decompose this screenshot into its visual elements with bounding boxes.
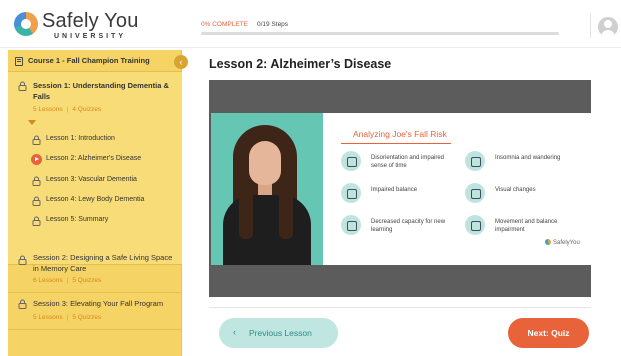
presentation-slide: Analyzing Joe's Fall Risk Disorientation…: [323, 113, 591, 265]
chevron-left-icon: ‹: [233, 327, 236, 337]
session-3[interactable]: Session 3: Elevating Your Fall Program 5…: [8, 294, 182, 330]
meta-separator: |: [66, 106, 69, 113]
lesson-label: Lesson 4: Lewy Body Dementia: [46, 196, 145, 203]
session-title: Session 2: Designing a Safe Living Space…: [33, 253, 173, 273]
lock-icon: [32, 216, 41, 226]
presenter-image: [211, 113, 323, 265]
play-icon: [31, 154, 42, 165]
lesson-item-1[interactable]: Lesson 1: Introduction: [8, 130, 182, 150]
slide-logo: SafelyYou: [545, 239, 580, 246]
risk-text: Disorientation and impaired sense of tim…: [371, 155, 445, 169]
lesson-item-3[interactable]: Lesson 3: Vascular Dementia: [8, 171, 182, 191]
presenter-body: [223, 195, 311, 265]
book-icon: [15, 57, 23, 66]
next-quiz-button[interactable]: Next: Quiz: [508, 318, 589, 348]
logo-mark-icon: [14, 12, 38, 36]
logo-name: Safely You: [42, 10, 139, 32]
risk-text: Movement and balance impairment: [495, 219, 558, 233]
presenter-hair-right: [279, 179, 293, 239]
slide-logo-mark-icon: [545, 239, 551, 245]
progress-percent: 0% COMPLETE: [201, 21, 248, 28]
quizzes-count: 5 Quizzes: [72, 277, 102, 284]
course-title: Course 1 - Fall Champion Training: [28, 56, 150, 65]
risk-text: Insomnia and wandering: [495, 155, 561, 161]
previous-lesson-label: Previous Lesson: [249, 328, 312, 338]
lesson-item-5[interactable]: Lesson 5: Summary: [8, 211, 182, 231]
balance-icon: [341, 183, 361, 203]
next-quiz-label: Next: Quiz: [527, 328, 570, 338]
lesson-label: Lesson 5: Summary: [46, 216, 109, 223]
lessons-count: 6 Lessons: [33, 277, 63, 284]
lock-icon: [32, 176, 41, 186]
progress-bar: [201, 32, 559, 35]
lesson-label: Lesson 3: Vascular Dementia: [46, 176, 137, 183]
lock-icon: [32, 196, 41, 206]
session-meta: 5 Lessons | 5 Quizzes: [33, 314, 101, 321]
video-letterbox-top: [209, 80, 591, 113]
session-title: Session 3: Elevating Your Fall Program: [33, 299, 164, 308]
presenter-hair-left: [239, 179, 253, 239]
lesson-item-4[interactable]: Lesson 4: Lewy Body Dementia: [8, 191, 182, 211]
header-divider: [590, 14, 591, 38]
video-letterbox-bottom: [209, 265, 591, 297]
session-2[interactable]: Session 2: Designing a Safe Living Space…: [8, 245, 182, 293]
safelyyou-logo[interactable]: Safely You UNIVERSITY: [14, 8, 184, 44]
session-1[interactable]: Session 1: Understanding Dementia & Fall…: [8, 72, 182, 265]
meta-separator: |: [66, 314, 69, 321]
glasses-icon: [465, 183, 485, 203]
course-header[interactable]: Course 1 - Fall Champion Training: [8, 50, 182, 72]
progress-text: 0% COMPLETE 0/19 Steps: [201, 21, 288, 28]
logo-subtitle: UNIVERSITY: [54, 33, 127, 40]
collapse-sidebar-button[interactable]: ‹: [174, 55, 188, 69]
caret-down-icon: [28, 120, 36, 125]
lesson-item-2[interactable]: Lesson 2: Alzheimer's Disease: [8, 150, 182, 170]
brain-icon: [341, 215, 361, 235]
slide-title-rule: [341, 143, 451, 144]
lessons-count: 5 Lessons: [33, 106, 63, 113]
risk-text: Visual changes: [495, 187, 536, 193]
lesson-page: Safely You UNIVERSITY 0% COMPLETE 0/19 St…: [0, 0, 621, 356]
lock-icon: [32, 135, 41, 145]
previous-lesson-button[interactable]: ‹ Previous Lesson: [219, 318, 338, 348]
progress-steps: 0/19 Steps: [256, 21, 289, 28]
session-title: Session 1: Understanding Dementia & Fall…: [33, 81, 169, 101]
presenter-face: [249, 141, 281, 185]
quizzes-count: 4 Quizzes: [72, 106, 102, 113]
video-player[interactable]: Analyzing Joe's Fall Risk Disorientation…: [209, 80, 591, 297]
lessons-count: 5 Lessons: [33, 314, 63, 321]
lock-icon: [18, 255, 27, 265]
lock-icon: [18, 299, 27, 309]
lesson-label: Lesson 2: Alzheimer's Disease: [46, 155, 142, 162]
course-sidebar: Course 1 - Fall Champion Training Sessio…: [8, 50, 182, 356]
lesson-label: Lesson 1: Introduction: [46, 135, 115, 142]
meta-separator: |: [66, 277, 69, 284]
risk-text: Impaired balance: [371, 187, 418, 193]
user-avatar-icon[interactable]: [598, 17, 618, 37]
content-divider: [209, 307, 591, 308]
lock-icon: [18, 81, 27, 91]
quizzes-count: 5 Quizzes: [72, 314, 102, 321]
top-header: Safely You UNIVERSITY 0% COMPLETE 0/19 St…: [0, 0, 621, 48]
clock-icon: [341, 151, 361, 171]
slide-logo-text: SafelyYou: [553, 240, 580, 246]
bed-icon: [465, 151, 485, 171]
session-meta: 6 Lessons | 5 Quizzes: [33, 277, 101, 284]
slide-title: Analyzing Joe's Fall Risk: [353, 129, 447, 139]
risk-text: Decreased capacity for new learning: [371, 219, 446, 233]
walker-icon: [465, 215, 485, 235]
session-meta: 5 Lessons | 4 Quizzes: [33, 106, 101, 113]
lesson-title: Lesson 2: Alzheimer’s Disease: [209, 57, 392, 71]
